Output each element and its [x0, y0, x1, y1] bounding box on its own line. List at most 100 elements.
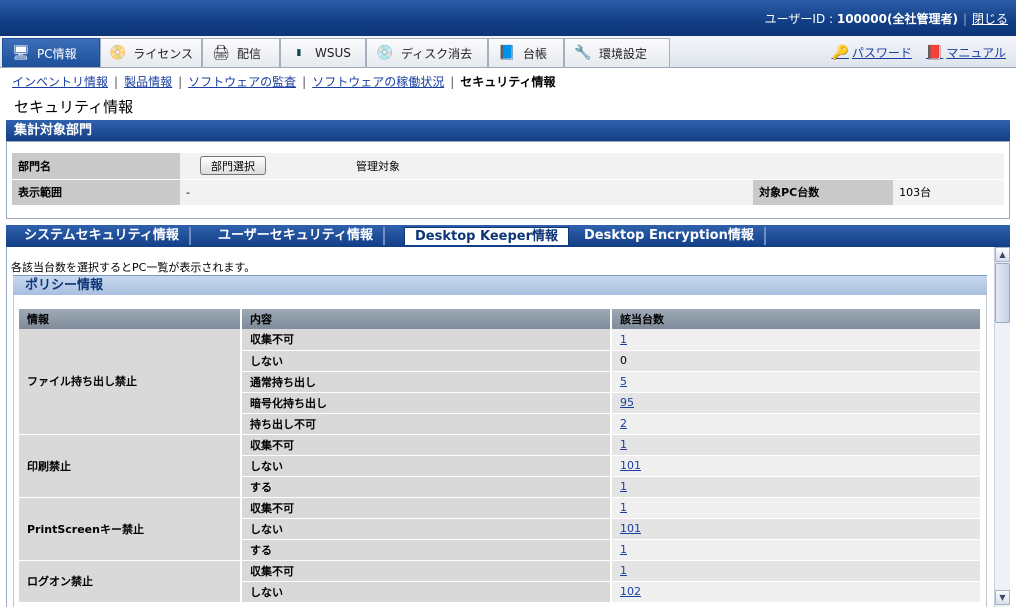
policy-count-cell: 1	[611, 434, 982, 456]
table-row: 印刷禁止 収集不可 1	[19, 434, 982, 498]
settings-icon: 🔧	[574, 45, 592, 61]
policy-count-cell: 101	[611, 455, 982, 477]
policy-info-cell: ログオン禁止	[19, 560, 242, 603]
nav-products[interactable]: 製品情報	[124, 75, 172, 89]
separator: |	[114, 75, 119, 89]
license-icon: 📀	[109, 45, 127, 61]
scroll-up-button[interactable]: ▲	[995, 247, 1010, 262]
count-link[interactable]: 1	[620, 438, 627, 451]
count-link[interactable]: 102	[620, 585, 641, 598]
vertical-scrollbar[interactable]: ▲ ▼	[994, 247, 1010, 607]
top-bar: ユーザーID : 100000(全社管理者) | 閉じる	[0, 0, 1016, 36]
count-link[interactable]: 95	[620, 396, 634, 409]
policy-count-cell: 1	[611, 497, 982, 519]
tab-settings[interactable]: 🔧 環境設定	[564, 38, 670, 67]
count-link[interactable]: 101	[620, 459, 641, 472]
policy-content-cell: 暗号化持ち出し	[241, 392, 612, 414]
tab-ledger[interactable]: 📘 台帳	[488, 38, 564, 67]
pc-icon: 🖥	[12, 45, 30, 61]
dept-select-button[interactable]: 部門選択	[200, 156, 266, 176]
policy-content-cell: 収集不可	[241, 497, 612, 519]
policy-content-cell: しない	[241, 581, 612, 603]
policy-count-cell: 95	[611, 392, 982, 414]
password-label: パスワード	[851, 46, 912, 60]
policy-count-cell: 0	[611, 350, 982, 372]
count-link[interactable]: 1	[620, 333, 627, 346]
table-row: PrintScreenキー禁止 収集不可 1	[19, 497, 982, 561]
pc-count-value: 103台	[893, 179, 1004, 206]
separator: |	[178, 75, 183, 89]
dept-value: 管理対象	[350, 153, 1004, 180]
manual-label: マニュアル	[946, 46, 1006, 60]
policy-count-cell: 2	[611, 413, 982, 435]
policy-content-cell: しない	[241, 455, 612, 477]
count-link[interactable]: 5	[620, 375, 627, 388]
policy-content-cell: しない	[241, 350, 612, 372]
header-tools: 🔑 パスワード 📕 マニュアル	[831, 44, 1006, 61]
policy-content-cell: する	[241, 539, 612, 561]
range-label: 表示範囲	[12, 179, 180, 206]
col-header-info: 情報	[19, 309, 242, 329]
tab-disk-erase[interactable]: 💿 ディスク消去	[366, 38, 488, 67]
policy-content-cell: 通常持ち出し	[241, 371, 612, 393]
tab-desktop-keeper[interactable]: Desktop Keeper情報	[404, 227, 569, 245]
pc-count-label: 対象PC台数	[753, 179, 894, 206]
count-link[interactable]: 1	[620, 564, 627, 577]
col-header-count: 該当台数	[611, 309, 982, 329]
dept-section-header: 集計対象部門	[6, 120, 1010, 141]
policy-count-cell: 1	[611, 476, 982, 498]
count-link[interactable]: 1	[620, 480, 627, 493]
tab-label: ディスク消去	[401, 46, 473, 61]
tab-label: PC情報	[37, 46, 77, 61]
policy-count-cell: 1	[611, 539, 982, 561]
tab-desktop-encryption[interactable]: Desktop Encryption情報	[574, 227, 766, 245]
policy-count-cell: 1	[611, 329, 982, 351]
table-row: ファイル持ち出し禁止 収集不可 1	[19, 329, 982, 435]
separator: |	[450, 75, 455, 89]
policy-table: 情報 内容 該当台数 ファイル持ち出し禁止 収集不可 1 しない 0 通常持ち出し 5 暗号化…	[19, 309, 982, 603]
policy-count-cell: 1	[611, 560, 982, 582]
nav-current: セキュリティ情報	[460, 75, 556, 89]
ledger-icon: 📘	[498, 45, 516, 61]
policy-count-cell: 5	[611, 371, 982, 393]
policy-info-cell: PrintScreenキー禁止	[19, 497, 242, 561]
separator: |	[302, 75, 307, 89]
scroll-down-button[interactable]: ▼	[995, 590, 1010, 605]
policy-count-cell: 102	[611, 581, 982, 603]
disk-erase-icon: 💿	[376, 45, 394, 61]
tab-pc-info[interactable]: 🖥 PC情報	[2, 38, 100, 67]
count-link[interactable]: 1	[620, 501, 627, 514]
dept-table: 部門名 部門選択 管理対象 表示範囲 - 対象PC台数 103台	[12, 153, 1004, 206]
nav-inventory[interactable]: インベントリ情報	[12, 75, 108, 89]
separator: |	[962, 12, 967, 26]
manual-link[interactable]: 📕 マニュアル	[926, 44, 1006, 61]
count-link[interactable]: 2	[620, 417, 627, 430]
tab-label: WSUS	[315, 46, 351, 60]
policy-info-cell: 印刷禁止	[19, 434, 242, 498]
policy-content-cell: 収集不可	[241, 560, 612, 582]
policy-content-cell: 収集不可	[241, 434, 612, 456]
tab-distribution[interactable]: 🖨 配信	[202, 38, 280, 67]
user-id-value: 100000(全社管理者)	[836, 12, 958, 26]
password-link[interactable]: 🔑 パスワード	[831, 44, 911, 61]
nav-software-usage[interactable]: ソフトウェアの稼働状況	[312, 75, 444, 89]
table-row: ログオン禁止 収集不可 1	[19, 560, 982, 603]
tab-wsus[interactable]: ▮ WSUS	[280, 38, 366, 67]
policy-content-cell: しない	[241, 518, 612, 540]
policy-section-header: ポリシー情報	[13, 275, 987, 295]
policy-count-cell: 101	[611, 518, 982, 540]
tab-system-security[interactable]: システムセキュリティ情報	[14, 227, 191, 245]
count-link[interactable]: 101	[620, 522, 641, 535]
distribution-icon: 🖨	[212, 45, 230, 61]
user-info: ユーザーID : 100000(全社管理者) | 閉じる	[765, 10, 1008, 27]
tab-license[interactable]: 📀 ライセンス	[100, 38, 202, 67]
nav-software-audit[interactable]: ソフトウェアの監査	[188, 75, 296, 89]
tab-label: 台帳	[523, 46, 548, 61]
scroll-thumb[interactable]	[995, 263, 1010, 323]
dept-label: 部門名	[12, 153, 180, 180]
tab-user-security[interactable]: ユーザーセキュリティ情報	[208, 227, 385, 245]
policy-content-cell: 収集不可	[241, 329, 612, 351]
close-link[interactable]: 閉じる	[972, 12, 1008, 26]
sub-tabs: システムセキュリティ情報 ユーザーセキュリティ情報 Desktop Keeper…	[6, 225, 1010, 247]
count-link[interactable]: 1	[620, 543, 627, 556]
